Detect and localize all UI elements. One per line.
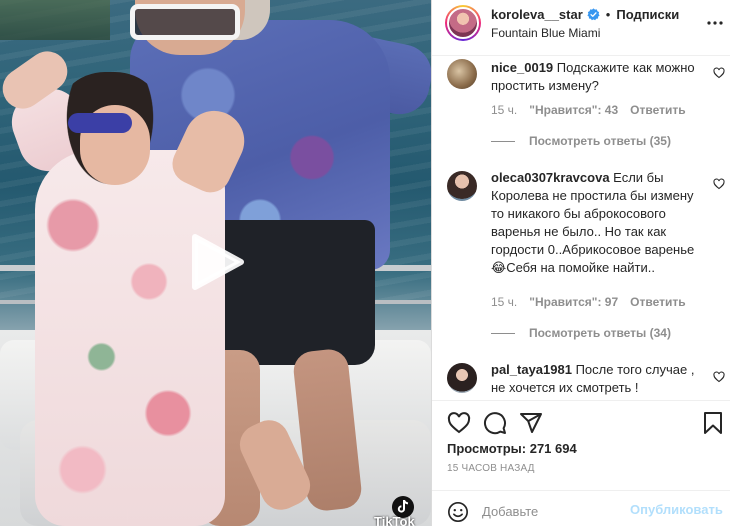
reply-button[interactable]: Ответить [630, 295, 685, 309]
comment-icon[interactable] [483, 411, 507, 435]
heart-icon[interactable] [713, 67, 725, 79]
shore-background [0, 0, 110, 40]
avatar[interactable] [447, 59, 477, 89]
location-link[interactable]: Fountain Blue Miami [491, 26, 600, 40]
view-replies-label: Посмотреть ответы (34) [529, 326, 671, 340]
comment-text: oleca0307kravcova Если бы Королева не пр… [491, 169, 705, 277]
comment-content: Если бы Королева не простила бы измену т… [491, 170, 695, 275]
comment-likes[interactable]: "Нравится": 43 [529, 103, 618, 117]
more-icon[interactable] [706, 14, 724, 32]
woman-dress [35, 150, 225, 526]
avatar[interactable] [447, 363, 477, 393]
comment-username[interactable]: oleca0307kravcova [491, 170, 610, 185]
reply-button[interactable]: Ответить [630, 103, 685, 117]
views-value: 271 694 [529, 441, 577, 456]
following-button[interactable]: Подписки [616, 7, 679, 22]
avatar[interactable] [445, 5, 481, 41]
avatar[interactable] [447, 171, 477, 201]
view-replies-button[interactable]: Посмотреть ответы (34) [491, 326, 671, 340]
comment-username[interactable]: pal_taya1981 [491, 362, 572, 377]
views-label: Просмотры: [447, 441, 527, 456]
heart-icon[interactable] [713, 178, 725, 190]
comment-meta: 15 ч. "Нравится": 43 Ответить [491, 103, 686, 117]
post-video[interactable]: TikTok [0, 0, 431, 526]
post-side-panel: koroleva__star • Подписки Fountain Blue … [431, 0, 730, 526]
man-sunglasses [130, 4, 240, 40]
comment-likes[interactable]: "Нравится": 97 [529, 295, 618, 309]
post-header: koroleva__star • Подписки Fountain Blue … [432, 0, 730, 56]
comment-text: nice_0019 Подскажите как можно простить … [491, 59, 705, 95]
post-timestamp[interactable]: 15 часов назад [447, 463, 535, 474]
comment-meta: 15 ч. "Нравится": 97 Ответить [491, 295, 686, 309]
username-link[interactable]: koroleva__star [491, 7, 583, 22]
post-dialog: TikTok koroleva__star • Подписки Fountai… [0, 0, 730, 526]
add-comment-form: Опубликовать [432, 490, 730, 526]
tiktok-watermark: TikTok [374, 514, 415, 526]
header-user-row: koroleva__star • Подписки [491, 7, 679, 22]
heart-icon[interactable] [713, 371, 725, 383]
view-replies-label: Посмотреть ответы (35) [529, 134, 671, 148]
view-replies-button[interactable]: Посмотреть ответы (35) [491, 134, 671, 148]
replies-divider [491, 332, 515, 334]
post-actions: Просмотры: 271 694 15 часов назад [432, 400, 730, 474]
comment-time[interactable]: 15 ч. [491, 103, 517, 117]
comments-list: nice_0019 Подскажите как можно простить … [432, 57, 730, 399]
views-count[interactable]: Просмотры: 271 694 [447, 441, 577, 456]
separator-dot: • [605, 7, 611, 22]
play-icon[interactable] [187, 233, 245, 291]
woman-sunglasses [68, 113, 132, 133]
replies-divider [491, 140, 515, 142]
comment-time[interactable]: 15 ч. [491, 295, 517, 309]
publish-button[interactable]: Опубликовать [630, 502, 723, 517]
heart-icon[interactable] [447, 411, 471, 435]
avatar-image [447, 7, 479, 39]
verified-icon [587, 8, 600, 21]
bookmark-icon[interactable] [701, 411, 725, 435]
comment-text: pal_taya1981 После того случае , не хоче… [491, 361, 705, 397]
share-icon[interactable] [519, 411, 543, 435]
emoji-icon[interactable] [447, 501, 469, 523]
comment-username[interactable]: nice_0019 [491, 60, 553, 75]
